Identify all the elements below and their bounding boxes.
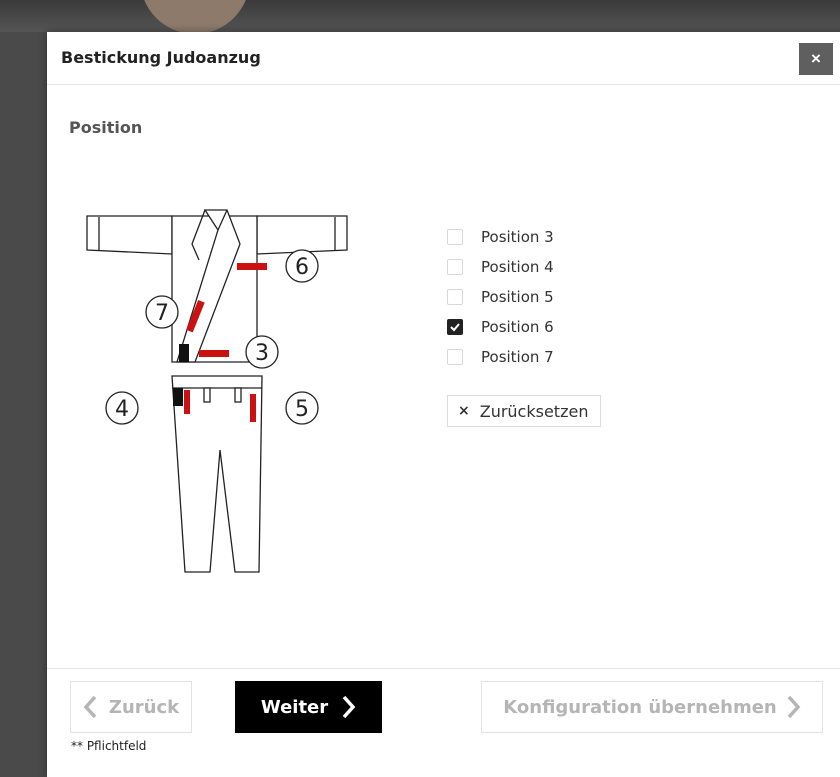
back-label: Zurück — [108, 696, 180, 718]
option-position-6[interactable]: Position 6 — [447, 312, 554, 342]
close-icon: × — [458, 403, 470, 419]
back-button[interactable]: Zurück — [70, 681, 192, 733]
checkbox[interactable] — [447, 259, 463, 275]
marker-position-4 — [184, 390, 190, 414]
reset-button[interactable]: × Zurücksetzen — [447, 395, 602, 427]
modal-title: Bestickung Judoanzug — [61, 48, 261, 67]
chevron-right-icon — [787, 695, 801, 719]
checkbox[interactable] — [447, 319, 463, 335]
reset-label: Zurücksetzen — [479, 401, 589, 421]
next-label: Weiter — [260, 696, 329, 718]
marker-position-5 — [250, 394, 256, 422]
diagram-label-4: 4 — [115, 397, 129, 422]
diagram-label-3: 3 — [255, 341, 269, 366]
jacket-left-sleeve — [86, 215, 173, 255]
page-backdrop — [0, 0, 840, 32]
option-position-5[interactable]: Position 5 — [447, 282, 554, 312]
marker-position-6 — [237, 263, 267, 270]
option-label: Position 4 — [481, 258, 554, 276]
footer-divider — [47, 668, 840, 669]
checkbox[interactable] — [447, 229, 463, 245]
modal-header: Bestickung Judoanzug × — [47, 32, 840, 85]
option-label: Position 6 — [481, 318, 554, 336]
diagram-label-7: 7 — [155, 301, 169, 326]
chevron-left-icon — [83, 695, 97, 719]
chevron-right-icon — [342, 695, 356, 719]
jacket-right-sleeve — [256, 215, 348, 255]
option-position-3[interactable]: Position 3 — [447, 222, 554, 252]
next-button[interactable]: Weiter — [235, 681, 382, 733]
section-title: Position — [69, 118, 143, 137]
checkbox[interactable] — [447, 349, 463, 365]
close-button[interactable]: × — [799, 43, 833, 75]
judo-suit-diagram: 6 7 3 4 5 — [86, 209, 348, 573]
marker-position-3 — [199, 350, 229, 357]
option-position-4[interactable]: Position 4 — [447, 252, 554, 282]
embroidery-modal: Bestickung Judoanzug × Position 6 7 3 4 … — [47, 32, 840, 777]
diagram-label-6: 6 — [295, 255, 309, 280]
option-label: Position 7 — [481, 348, 554, 366]
apply-label: Konfiguration übernehmen — [503, 696, 777, 718]
apply-configuration-button[interactable]: Konfiguration übernehmen — [481, 681, 823, 733]
option-label: Position 3 — [481, 228, 554, 246]
required-field-note: ** Pflichtfeld — [71, 739, 147, 753]
checkbox[interactable] — [447, 289, 463, 305]
position-options: Position 3 Position 4 Position 5 Positio… — [447, 222, 554, 372]
option-label: Position 5 — [481, 288, 554, 306]
diagram-label-5: 5 — [295, 397, 309, 422]
option-position-7[interactable]: Position 7 — [447, 342, 554, 372]
